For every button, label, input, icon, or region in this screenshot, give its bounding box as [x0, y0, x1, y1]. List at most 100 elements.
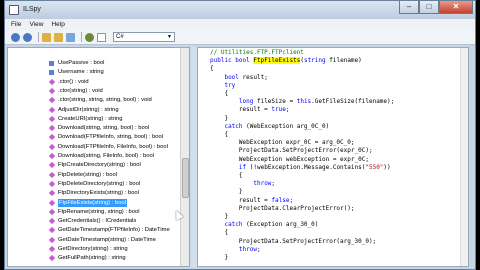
show-internal-icon[interactable] [85, 32, 94, 42]
tree-item[interactable]: FtpDelete(string) : bool [8, 171, 180, 179]
tree-item-label: GetDateTimestamp(FTPfileInfo) : DateTime [58, 227, 170, 234]
tree-item-label: Username : string [58, 69, 104, 76]
tree-item[interactable]: FtpRename(string, string) : bool [8, 208, 180, 216]
tree-item-label: GetDirectory(string) : string [58, 246, 128, 252]
method-icon [48, 134, 56, 141]
code-token: ; [271, 180, 276, 188]
toolbar: C# ▼ [5, 30, 475, 45]
code-token: )) [383, 163, 391, 171]
code-line: } [210, 254, 228, 262]
code-token: (!webException.Message.Contains( [246, 163, 366, 171]
code-token: catch [224, 221, 243, 229]
tree-item-label: .ctor(string, string, string, bool) : vo… [58, 97, 152, 104]
method-icon [48, 171, 56, 178]
tree-item[interactable]: Download(FTPfileInfo, FileInfo, bool) : … [8, 143, 180, 151]
menu-view[interactable]: View [29, 21, 43, 28]
tree-item-label: GetCredentials() : ICredentials [58, 218, 137, 225]
decompiled-code-view[interactable]: // Utilities.FTP.FTPclient public bool Ft… [197, 47, 469, 267]
tree-scrollbar[interactable] [180, 48, 189, 266]
menu-help[interactable]: Help [51, 21, 64, 28]
code-line: { [210, 90, 228, 98]
minimize-button[interactable]: – [399, 1, 419, 14]
show-all-icon[interactable] [97, 32, 106, 42]
code-line: throw; [210, 180, 275, 188]
method-icon [48, 143, 56, 150]
code-token: bool [224, 73, 239, 81]
tree-item[interactable]: Download(FTPfileInfo, string, bool) : bo… [8, 133, 180, 141]
code-token: { [210, 65, 214, 73]
code-token: ; [256, 245, 261, 253]
method-icon [48, 217, 56, 225]
code-token: { [210, 131, 229, 138]
code-line: result = true; [210, 106, 290, 114]
tree-item[interactable]: Download(string, FileInfo, bool) : bool [8, 152, 180, 160]
code-token: (Exception arg_30_0) [242, 221, 319, 229]
method-icon [48, 106, 56, 113]
tree-item[interactable]: FtpFileExists(string) : bool [8, 198, 180, 207]
tree-item[interactable]: GetDateTimestamp(string) : DateTime [8, 236, 180, 244]
code-token: { [210, 229, 229, 237]
menu-bar: File View Help [5, 19, 475, 30]
toolbar-separator [81, 32, 82, 42]
tree-item[interactable]: GetDirectory(string) : string [8, 245, 180, 253]
code-line: { [210, 65, 214, 73]
code-token: } [210, 114, 229, 122]
app-icon [9, 5, 19, 15]
menu-file[interactable]: File [11, 21, 21, 28]
method-icon [48, 180, 56, 188]
code-token: string [303, 57, 326, 65]
code-token: result = [210, 106, 272, 114]
code-token: (WebException arg_0C_0) [242, 122, 330, 130]
close-button[interactable]: ✕ [439, 1, 473, 14]
code-token: filename) [325, 57, 362, 65]
tree-item[interactable]: FtpDirectoryExists(string) : bool [8, 189, 180, 197]
code-line: { [210, 131, 228, 139]
code-token: ProjectData.ClearProjectError(); [210, 204, 355, 212]
tree-item-label: FtpRename(string, string) : bool [58, 208, 140, 215]
title-bar[interactable]: ILSpy – □ ✕ [5, 1, 475, 19]
forward-icon[interactable] [23, 32, 32, 42]
code-token: this [296, 98, 312, 106]
tree-item[interactable]: CreateURI(string) : string [8, 115, 180, 123]
tree-item[interactable]: .ctor(string, string, string, bool) : vo… [8, 96, 180, 104]
tree-item[interactable]: FtpDeleteDirectory(string) : bool [8, 180, 180, 188]
code-token: throw [253, 180, 272, 188]
tree-item-label: .ctor(string) : void [58, 87, 103, 94]
method-icon [48, 236, 56, 243]
code-line: catch (Exception arg_30_0) [210, 221, 318, 229]
code-token: fileSize = [253, 98, 297, 106]
code-token: } [210, 188, 243, 196]
method-icon [48, 190, 56, 197]
tree-scroll-thumb[interactable] [182, 158, 189, 198]
method-icon [48, 245, 56, 253]
window-controls: – □ ✕ [399, 1, 473, 15]
method-icon [48, 152, 56, 160]
tree-item[interactable]: Username : string [8, 68, 180, 76]
tree-item[interactable]: GetFullPath(string) : string [8, 254, 180, 262]
tree-item[interactable]: .ctor() : void [8, 78, 180, 86]
code-token: { [210, 172, 243, 179]
code-scrollbar[interactable] [460, 48, 468, 266]
tree-item[interactable]: AdjustDir(string) : string [8, 106, 180, 114]
maximize-button[interactable]: □ [419, 1, 439, 14]
open-folder-icon[interactable] [42, 32, 51, 42]
code-token: WebException expr_0C = arg_0C_0; [210, 139, 355, 147]
method-icon [48, 115, 56, 122]
language-select[interactable]: C# ▼ [113, 32, 175, 42]
tree-item[interactable]: GetCredentials() : ICredentials [8, 217, 180, 225]
tree-item-label: FtpDeleteDirectory(string) : bool [58, 180, 141, 187]
tree-item[interactable]: GetDateTimestamp(FTPfileInfo) : DateTime [8, 226, 180, 234]
tree-item[interactable]: .ctor(string) : void [8, 87, 180, 95]
open-list-icon[interactable] [54, 32, 63, 42]
method-icon [48, 208, 56, 215]
tree-item[interactable]: Download(string, string, bool) : bool [8, 124, 180, 132]
code-token: true [271, 106, 286, 114]
back-icon[interactable] [11, 32, 20, 42]
reload-icon[interactable] [66, 32, 75, 42]
tree-item[interactable]: UsePassive : bool [8, 59, 180, 67]
tree-item[interactable]: FtpCreateDirectory(string) : bool [8, 161, 180, 169]
code-token: public bool [210, 57, 254, 65]
assembly-tree[interactable]: UsePassive : bool Username : string .ctor(… [7, 47, 190, 267]
